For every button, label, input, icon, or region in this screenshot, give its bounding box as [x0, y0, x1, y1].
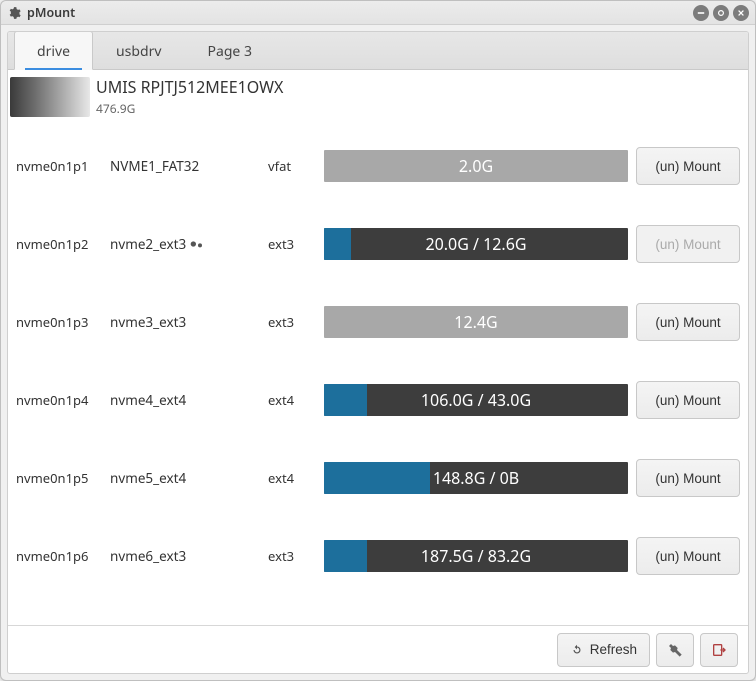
mount-button-label: (un) Mount [655, 549, 720, 564]
exit-icon [711, 642, 727, 658]
partition-label-text: nvme5_ext4 [110, 469, 186, 487]
partition-row: nvme0n1p5 nvme5_ext4 ext4 148.8G / 0B (un) M… [16, 439, 740, 517]
partition-row: nvme0n1p4 nvme4_ext4 ext4 106.0G / 43.0G (un… [16, 361, 740, 439]
partition-fstype: ext4 [268, 469, 316, 487]
usage-bar-fill [324, 540, 367, 572]
tab-page3[interactable]: Page 3 [185, 31, 275, 69]
partition-label-text: nvme3_ext3 [110, 313, 186, 331]
minimize-button[interactable] [693, 5, 709, 21]
tab-label: Page 3 [208, 42, 252, 61]
partition-label-text: nvme6_ext3 [110, 547, 186, 565]
partition-fstype: ext3 [268, 547, 316, 565]
drive-size: 476.9G [96, 100, 283, 117]
usage-bar: 12.4G [324, 306, 628, 338]
mount-button: (un) Mount [636, 225, 740, 263]
partition-usage: 2.0G [324, 150, 628, 182]
titlebar: pMount [1, 1, 755, 25]
partition-row: nvme0n1p6 nvme6_ext3 ext3 187.5G / 83.2G (un… [16, 517, 740, 595]
partition-row: nvme0n1p2 nvme2_ext3 ext3 20.0G / 12.6G (un)… [16, 205, 740, 283]
usage-bar: 106.0G / 43.0G [324, 384, 628, 416]
system-partition-icon [190, 239, 206, 249]
partition-usage: 148.8G / 0B [324, 462, 628, 494]
refresh-label: Refresh [590, 642, 637, 657]
partition-device: nvme0n1p6 [16, 547, 102, 565]
usage-bar-fill [324, 384, 367, 416]
footer: Refresh [8, 625, 748, 673]
partition-row: nvme0n1p1 NVME1_FAT32 vfat 2.0G (un) Mount [16, 127, 740, 205]
partition-label: NVME1_FAT32 [110, 157, 260, 175]
usage-bar-label: 187.5G / 83.2G [421, 545, 531, 567]
window-title: pMount [27, 4, 75, 21]
mount-button[interactable]: (un) Mount [636, 303, 740, 341]
partition-fstype: vfat [268, 157, 316, 175]
usage-bar-label: 106.0G / 43.0G [421, 389, 531, 411]
tabbar: drive usbdrv Page 3 [8, 32, 748, 70]
partition-label-text: nvme4_ext4 [110, 391, 186, 409]
refresh-icon [570, 643, 584, 657]
partition-fstype: ext3 [268, 235, 316, 253]
partition-device: nvme0n1p4 [16, 391, 102, 409]
usage-bar: 148.8G / 0B [324, 462, 628, 494]
mount-button-label: (un) Mount [655, 393, 720, 408]
drive-model: UMIS RPJTJ512MEE1OWX [96, 76, 283, 98]
partition-list: nvme0n1p1NVME1_FAT32vfat2.0G(un) Mountnv… [8, 127, 748, 625]
usage-bar-label: 2.0G [459, 155, 493, 177]
partition-device: nvme0n1p2 [16, 235, 102, 253]
partition-usage: 12.4G [324, 306, 628, 338]
usage-bar: 20.0G / 12.6G [324, 228, 628, 260]
usage-bar-label: 12.4G [454, 311, 497, 333]
usage-bar-label: 148.8G / 0B [433, 467, 519, 489]
partition-device: nvme0n1p1 [16, 157, 102, 175]
mount-button-label: (un) Mount [655, 471, 720, 486]
close-button[interactable] [733, 5, 749, 21]
partition-fstype: ext3 [268, 313, 316, 331]
partition-label: nvme4_ext4 [110, 391, 260, 409]
refresh-button[interactable]: Refresh [557, 633, 650, 667]
mount-button[interactable]: (un) Mount [636, 147, 740, 185]
partition-usage: 187.5G / 83.2G [324, 540, 628, 572]
mount-button-label: (un) Mount [655, 237, 720, 252]
tools-icon [667, 642, 683, 658]
partition-row: nvme0n1p3 nvme3_ext3 ext3 12.4G (un) Mount [16, 283, 740, 361]
app-gear-icon [7, 6, 21, 20]
exit-button[interactable] [700, 633, 738, 667]
partition-label-text: nvme2_ext3 [110, 235, 186, 253]
mount-button[interactable]: (un) Mount [636, 381, 740, 419]
drive-header: UMIS RPJTJ512MEE1OWX 476.9G [8, 70, 748, 127]
partition-device: nvme0n1p3 [16, 313, 102, 331]
settings-button[interactable] [656, 633, 694, 667]
partition-usage: 106.0G / 43.0G [324, 384, 628, 416]
partition-label: nvme2_ext3 [110, 235, 260, 253]
usage-bar-label: 20.0G / 12.6G [425, 233, 526, 255]
tab-label: drive [37, 42, 70, 61]
partition-label: nvme3_ext3 [110, 313, 260, 331]
mount-button[interactable]: (un) Mount [636, 537, 740, 575]
partition-fstype: ext4 [268, 391, 316, 409]
mount-button[interactable]: (un) Mount [636, 459, 740, 497]
usage-bar: 2.0G [324, 150, 628, 182]
mount-button-label: (un) Mount [655, 315, 720, 330]
drive-header-gradient [10, 77, 90, 117]
partition-label: nvme6_ext3 [110, 547, 260, 565]
tab-usbdrv[interactable]: usbdrv [93, 31, 184, 69]
usage-bar-fill [324, 228, 351, 260]
tab-drive[interactable]: drive [14, 31, 93, 70]
usage-bar: 187.5G / 83.2G [324, 540, 628, 572]
usage-bar-fill [324, 462, 430, 494]
partition-usage: 20.0G / 12.6G [324, 228, 628, 260]
tab-label: usbdrv [116, 42, 161, 61]
partition-label: nvme5_ext4 [110, 469, 260, 487]
maximize-button[interactable] [713, 5, 729, 21]
partition-device: nvme0n1p5 [16, 469, 102, 487]
partition-label-text: NVME1_FAT32 [110, 157, 199, 175]
mount-button-label: (un) Mount [655, 159, 720, 174]
